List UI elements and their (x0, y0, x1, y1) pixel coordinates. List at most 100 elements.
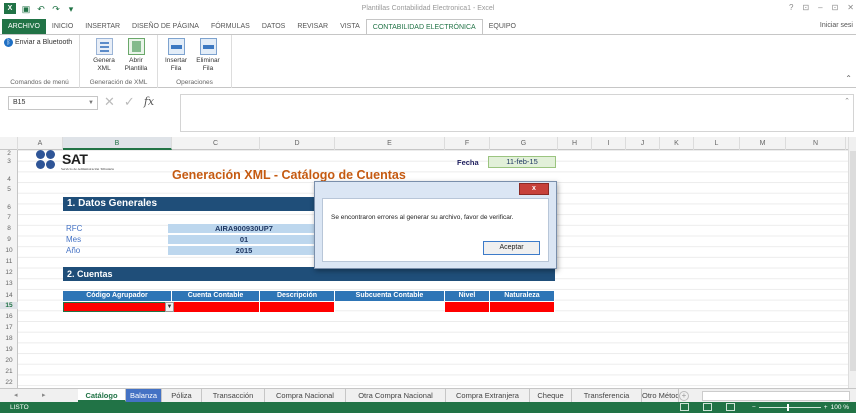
sheet-tab-transferencia[interactable]: Transferencia (572, 389, 642, 402)
cell-descripcion-error[interactable] (260, 302, 335, 312)
row-header[interactable]: 2 (0, 150, 18, 157)
formula-input[interactable] (180, 94, 854, 132)
fecha-value[interactable]: 11-feb-15 (488, 156, 556, 168)
sheet-tab-otro-metodo[interactable]: Otro Método ... (642, 389, 679, 402)
column-header-c[interactable]: C (172, 137, 260, 150)
eliminar-fila-button[interactable]: Eliminar Fila (194, 38, 222, 73)
tab-diseno-pagina[interactable]: DISEÑO DE PÁGINA (126, 19, 205, 34)
help-icon[interactable]: ? (789, 3, 793, 12)
cell-cuenta-contable-error[interactable] (174, 302, 260, 312)
column-header-i[interactable]: I (592, 137, 626, 150)
column-header-e[interactable]: E (335, 137, 445, 150)
minimize-icon[interactable]: – (818, 3, 822, 12)
row-header[interactable]: 12 (0, 269, 18, 276)
page-layout-icon[interactable] (703, 403, 712, 411)
insertar-fila-button[interactable]: Insertar Fila (162, 38, 190, 73)
cell-codigo-agrupador-active[interactable] (63, 302, 166, 312)
zoom-out-icon[interactable]: − (752, 402, 756, 413)
zoom-slider[interactable] (758, 404, 821, 411)
vertical-scrollbar[interactable] (848, 137, 856, 388)
column-header-n[interactable]: N (786, 137, 846, 150)
row-header[interactable]: 3 (0, 158, 18, 165)
name-box[interactable]: B15 ▼ (8, 96, 98, 110)
maximize-icon[interactable]: ⊡ (832, 3, 839, 12)
scroll-thumb[interactable] (850, 151, 856, 371)
tab-equipo[interactable]: EQUIPO (483, 19, 522, 34)
row-header[interactable]: 4 (0, 176, 18, 183)
row-header[interactable]: 8 (0, 225, 18, 232)
column-header-h[interactable]: H (558, 137, 592, 150)
column-header-f[interactable]: F (445, 137, 490, 150)
row-header[interactable]: 20 (0, 357, 18, 364)
row-header[interactable]: 6 (0, 204, 18, 211)
expand-formula-icon[interactable]: ⌃ (844, 97, 850, 105)
genera-xml-button[interactable]: Genera XML (90, 38, 118, 73)
enter-icon[interactable]: ✓ (124, 94, 135, 110)
row-header[interactable]: 21 (0, 368, 18, 375)
row-header[interactable]: 18 (0, 335, 18, 342)
horizontal-scrollbar[interactable] (702, 391, 850, 401)
mes-value[interactable]: 01 (168, 235, 320, 245)
row-header[interactable]: 22 (0, 379, 18, 386)
tab-revisar[interactable]: REVISAR (291, 19, 334, 34)
sheet-tab-cheque[interactable]: Cheque (530, 389, 572, 402)
insert-function-icon[interactable]: fx (144, 94, 154, 110)
ano-value[interactable]: 2015 (168, 246, 320, 256)
page-break-icon[interactable] (726, 403, 735, 411)
add-sheet-icon[interactable]: + (679, 391, 689, 401)
row-header[interactable]: 11 (0, 258, 18, 265)
column-header-j[interactable]: J (626, 137, 660, 150)
row-header[interactable]: 19 (0, 346, 18, 353)
column-header-m[interactable]: M (740, 137, 786, 150)
tab-insertar[interactable]: INSERTAR (79, 19, 126, 34)
close-window-icon[interactable]: ✕ (847, 3, 854, 12)
rfc-value[interactable]: AIRA900930UP7 (168, 224, 320, 234)
normal-view-icon[interactable] (680, 403, 689, 411)
tab-archivo[interactable]: ARCHIVO (2, 19, 46, 34)
row-header-selected[interactable]: 15 (0, 302, 18, 309)
row-header[interactable]: 5 (0, 186, 18, 193)
chevron-right-icon[interactable]: ▸ (42, 389, 46, 403)
select-all-corner[interactable] (0, 137, 18, 150)
close-icon[interactable]: x (519, 183, 549, 195)
column-header-d[interactable]: D (260, 137, 335, 150)
collapse-ribbon-icon[interactable]: ⌃ (845, 74, 852, 83)
zoom-in-icon[interactable]: + (824, 402, 828, 413)
tab-vista[interactable]: VISTA (334, 19, 366, 34)
zoom-level[interactable]: 100 % (831, 402, 849, 413)
tab-formulas[interactable]: FÓRMULAS (205, 19, 256, 34)
cell-naturaleza-error[interactable] (490, 302, 555, 312)
row-header[interactable]: 14 (0, 292, 18, 299)
sheet-tab-catalogo[interactable]: Catálogo (78, 389, 126, 402)
zoom-control[interactable]: − + 100 % (752, 402, 849, 413)
column-header-a[interactable]: A (18, 137, 63, 150)
ribbon-display-icon[interactable]: ⊡ (802, 3, 809, 12)
row-header[interactable]: 16 (0, 313, 18, 320)
row-header[interactable]: 13 (0, 280, 18, 287)
column-header-b[interactable]: B (63, 137, 172, 150)
aceptar-button[interactable]: Aceptar (483, 241, 540, 255)
sign-in-link[interactable]: Iniciar sesi (820, 22, 853, 29)
column-header-l[interactable]: L (694, 137, 740, 150)
tab-datos[interactable]: DATOS (256, 19, 291, 34)
row-header[interactable]: 10 (0, 247, 18, 254)
chevron-down-icon[interactable]: ▼ (88, 97, 94, 109)
chevron-down-icon[interactable]: ▼ (165, 302, 174, 312)
sheet-tab-otra-compra-nacional[interactable]: Otra Compra Nacional (346, 389, 446, 402)
cell-nivel-error[interactable] (445, 302, 490, 312)
abrir-plantilla-button[interactable]: Abrir Plantilla (122, 38, 150, 73)
sheet-tab-balanza[interactable]: Balanza (126, 389, 162, 402)
sheet-tab-poliza[interactable]: Póliza (162, 389, 202, 402)
sheet-tab-compra-extranjera[interactable]: Compra Extranjera (446, 389, 530, 402)
tab-contabilidad-electronica[interactable]: CONTABILIDAD ELECTRÓNICA (365, 19, 483, 34)
sheet-tab-transaccion[interactable]: Transacción (202, 389, 265, 402)
row-header[interactable]: 9 (0, 236, 18, 243)
column-header-k[interactable]: K (660, 137, 694, 150)
enviar-bluetooth-button[interactable]: ᛒ Enviar a Bluetooth (4, 38, 72, 47)
tab-inicio[interactable]: INICIO (46, 19, 79, 34)
sheet-tab-compra-nacional[interactable]: Compra Nacional (265, 389, 346, 402)
column-header-g[interactable]: G (490, 137, 558, 150)
cancel-icon[interactable]: ✕ (104, 94, 115, 110)
row-header[interactable]: 17 (0, 324, 18, 331)
row-header[interactable]: 7 (0, 214, 18, 221)
